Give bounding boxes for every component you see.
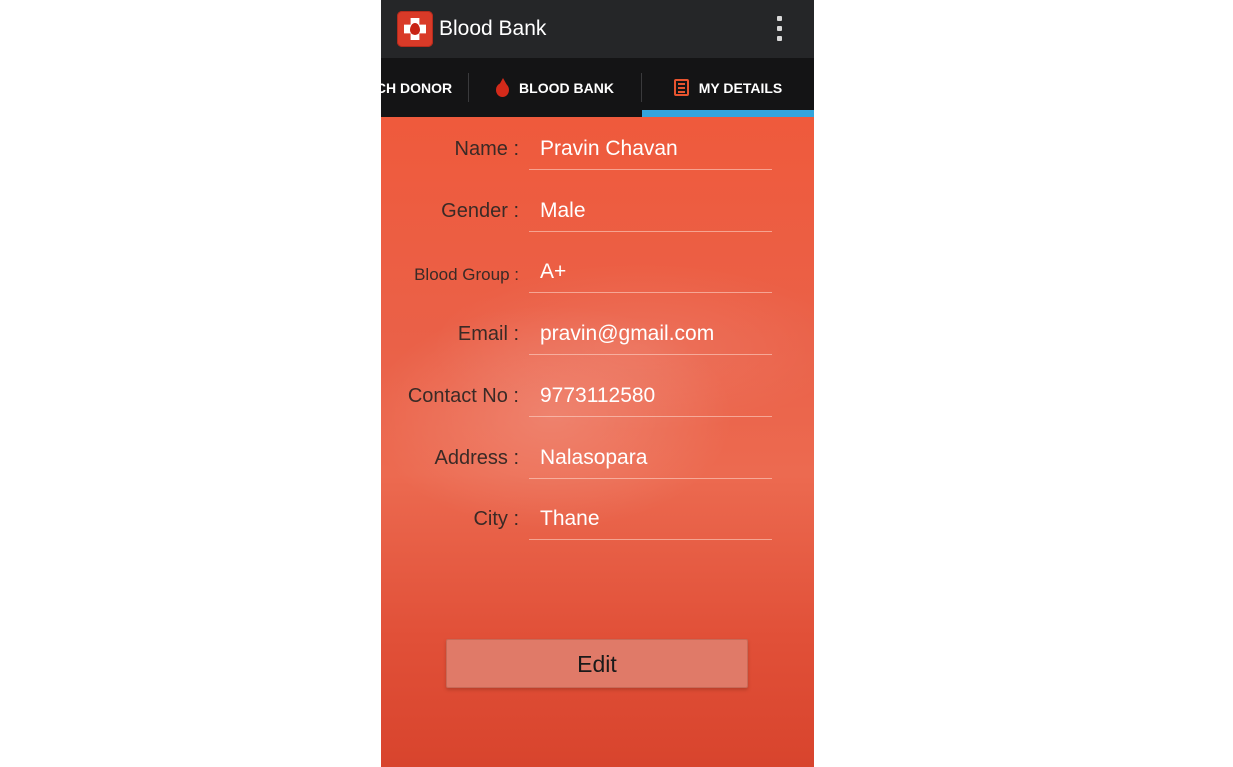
my-details-panel: Name : Pravin Chavan Gender : Male Blood… [381, 117, 814, 767]
field-underline [529, 478, 772, 479]
detail-row-name: Name : Pravin Chavan [381, 129, 814, 170]
field-underline [529, 169, 772, 170]
edit-button[interactable]: Edit [446, 639, 748, 688]
field-underline [529, 416, 772, 417]
tab-label: BLOOD BANK [519, 79, 614, 96]
blood-group-field[interactable]: A+ [540, 260, 566, 284]
address-label: Address : [434, 447, 519, 469]
city-field[interactable]: Thane [540, 507, 600, 531]
detail-row-blood-group: Blood Group : A+ [381, 252, 814, 293]
field-underline [529, 539, 772, 540]
detail-row-city: City : Thane [381, 499, 814, 540]
gender-label: Gender : [441, 200, 519, 222]
tab-my-details[interactable]: MY DETAILS [642, 58, 814, 117]
field-underline [529, 231, 772, 232]
address-field[interactable]: Nalasopara [540, 446, 647, 470]
field-underline [529, 354, 772, 355]
tab-blood-bank[interactable]: BLOOD BANK [469, 58, 640, 117]
field-underline [529, 292, 772, 293]
detail-row-email: Email : pravin@gmail.com [381, 314, 814, 355]
details-list-icon [673, 79, 689, 96]
contact-label: Contact No : [407, 385, 519, 407]
tab-search-donor[interactable]: CH DONOR [381, 58, 467, 117]
tab-bar: CH DONOR BLOOD BANK MY DETAILS [381, 58, 814, 117]
detail-row-gender: Gender : Male [381, 191, 814, 232]
blood-bank-app-icon [397, 11, 433, 47]
gender-field[interactable]: Male [540, 199, 586, 223]
blood-drop-icon [495, 78, 510, 97]
detail-row-address: Address : Nalasopara [381, 438, 814, 479]
phone-screen: Blood Bank CH DONOR BLOOD BANK MY DETAIL… [381, 0, 814, 767]
contact-field[interactable]: 9773112580 [540, 384, 655, 408]
overflow-menu-icon[interactable] [769, 14, 789, 44]
blood-group-label: Blood Group : [414, 265, 519, 284]
detail-row-contact: Contact No : 9773112580 [381, 376, 814, 417]
name-label: Name : [454, 138, 519, 160]
tab-label: CH DONOR [381, 79, 453, 96]
action-bar: Blood Bank [381, 0, 814, 58]
name-field[interactable]: Pravin Chavan [540, 137, 678, 161]
selected-tab-indicator [642, 110, 814, 117]
email-field[interactable]: pravin@gmail.com [540, 322, 714, 346]
tab-label: MY DETAILS [698, 79, 783, 96]
city-label: City : [473, 508, 519, 530]
app-title: Blood Bank [439, 17, 547, 40]
email-label: Email : [457, 323, 519, 345]
